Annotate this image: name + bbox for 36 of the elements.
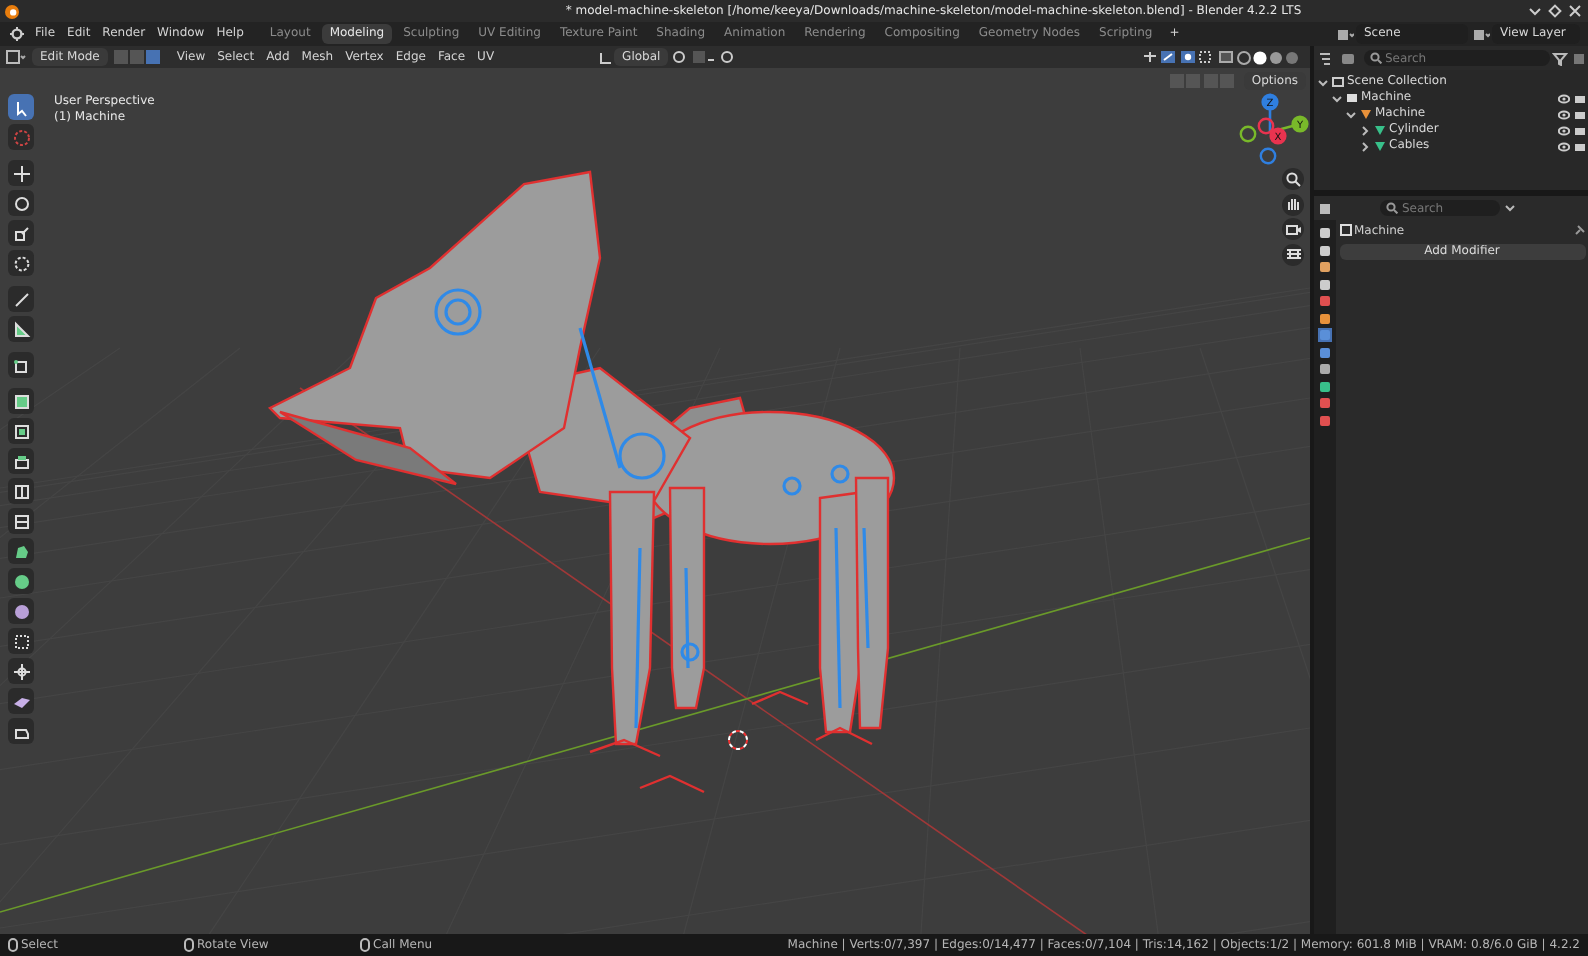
filter-icon[interactable]: [1552, 51, 1568, 65]
app-logo-icon: [3, 3, 19, 19]
collection-icon: [1345, 92, 1357, 104]
negative-axis-handle[interactable]: [1239, 125, 1257, 143]
editor-type-icon[interactable]: [6, 50, 26, 64]
eye-icon[interactable]: [1558, 141, 1570, 151]
display-mode-icon[interactable]: [1340, 51, 1360, 65]
collapse-icon[interactable]: [1503, 202, 1515, 214]
face-select-button[interactable]: [145, 50, 160, 64]
negative-axis-handle[interactable]: [1257, 117, 1275, 135]
search-icon: [1386, 202, 1398, 214]
zoom-icon[interactable]: [1283, 169, 1303, 189]
shading-mode-icon[interactable]: [1236, 49, 1304, 65]
orientation-icon: [599, 51, 612, 63]
mouse-icon: [184, 938, 194, 952]
box-icon: [1331, 76, 1343, 88]
mouse-icon: [8, 938, 18, 952]
object-icon: [1339, 224, 1351, 237]
close-icon[interactable]: [1568, 4, 1582, 18]
negative-axis-handle[interactable]: [1259, 147, 1277, 165]
scene-icon[interactable]: [1335, 27, 1353, 41]
pin-icon[interactable]: [1573, 224, 1585, 237]
blender-menu-icon[interactable]: [8, 26, 26, 42]
3d-cursor-icon: [728, 730, 748, 750]
maximize-icon[interactable]: [1548, 4, 1562, 18]
eye-icon[interactable]: [1558, 93, 1570, 103]
search-icon: [1369, 52, 1381, 64]
hand-icon[interactable]: [1283, 194, 1303, 214]
eye-icon[interactable]: [1558, 109, 1570, 119]
mouse-icon: [360, 938, 370, 952]
grid-icon[interactable]: [1283, 244, 1303, 264]
camera-icon[interactable]: [1283, 219, 1303, 239]
minimize-icon[interactable]: [1528, 4, 1542, 18]
view-layer-icon[interactable]: [1471, 27, 1489, 41]
new-collection-icon[interactable]: [1571, 51, 1585, 65]
eye-icon[interactable]: [1558, 125, 1570, 135]
